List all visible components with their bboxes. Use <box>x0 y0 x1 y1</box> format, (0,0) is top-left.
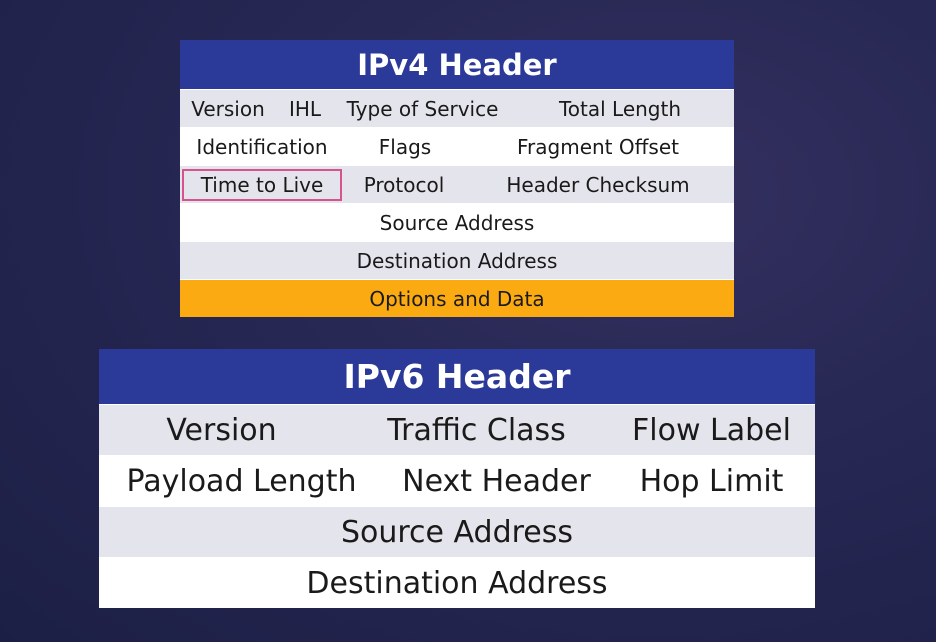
ipv6-row-1: Version Traffic Class Flow Label <box>99 404 815 455</box>
ipv6-field-version: Version <box>166 412 277 448</box>
ipv6-row-4: Destination Address <box>99 557 815 608</box>
ipv4-field-total-length: Total Length <box>558 96 682 121</box>
ipv4-row-6: Options and Data <box>180 279 734 317</box>
ipv6-field-payload-length: Payload Length <box>126 463 357 499</box>
ipv4-title: IPv4 Header <box>180 40 734 89</box>
ipv4-field-type-of-service: Type of Service <box>346 96 499 121</box>
ipv6-row-2: Payload Length Next Header Hop Limit <box>99 455 815 506</box>
ipv6-field-flow-label: Flow Label <box>632 412 791 448</box>
ipv4-field-source-address: Source Address <box>379 210 535 235</box>
ipv4-field-protocol: Protocol <box>363 172 445 197</box>
ipv4-row-3: Time to Live Protocol Header Checksum <box>180 165 734 203</box>
ipv6-field-next-header: Next Header <box>402 463 591 499</box>
ipv6-field-source-address: Source Address <box>340 514 574 550</box>
ipv4-field-destination-address: Destination Address <box>356 248 558 273</box>
ipv4-field-version: Version <box>191 96 265 121</box>
ipv4-field-ihl: IHL <box>288 96 322 121</box>
ipv6-field-destination-address: Destination Address <box>306 565 608 601</box>
ipv6-header-diagram: IPv6 Header Version Traffic Class Flow L… <box>99 349 815 608</box>
ipv6-field-traffic-class: Traffic Class <box>387 412 566 448</box>
ipv6-title: IPv6 Header <box>99 349 815 404</box>
ipv6-field-hop-limit: Hop Limit <box>639 463 784 499</box>
ipv4-field-flags: Flags <box>378 134 432 159</box>
ipv4-row-1: Version IHL Type of Service Total Length <box>180 89 734 127</box>
ipv4-field-header-checksum: Header Checksum <box>506 172 690 197</box>
ipv4-row-5: Destination Address <box>180 241 734 279</box>
ipv4-field-time-to-live: Time to Live <box>182 169 342 201</box>
ipv4-header-diagram: IPv4 Header Version IHL Type of Service … <box>180 40 734 317</box>
ipv4-field-fragment-offset: Fragment Offset <box>517 134 679 159</box>
ipv4-row-2: Identification Flags Fragment Offset <box>180 127 734 165</box>
ipv4-field-identification: Identification <box>196 134 328 159</box>
ipv4-row-4: Source Address <box>180 203 734 241</box>
ipv4-field-options-and-data: Options and Data <box>369 286 545 311</box>
ipv6-row-3: Source Address <box>99 506 815 557</box>
